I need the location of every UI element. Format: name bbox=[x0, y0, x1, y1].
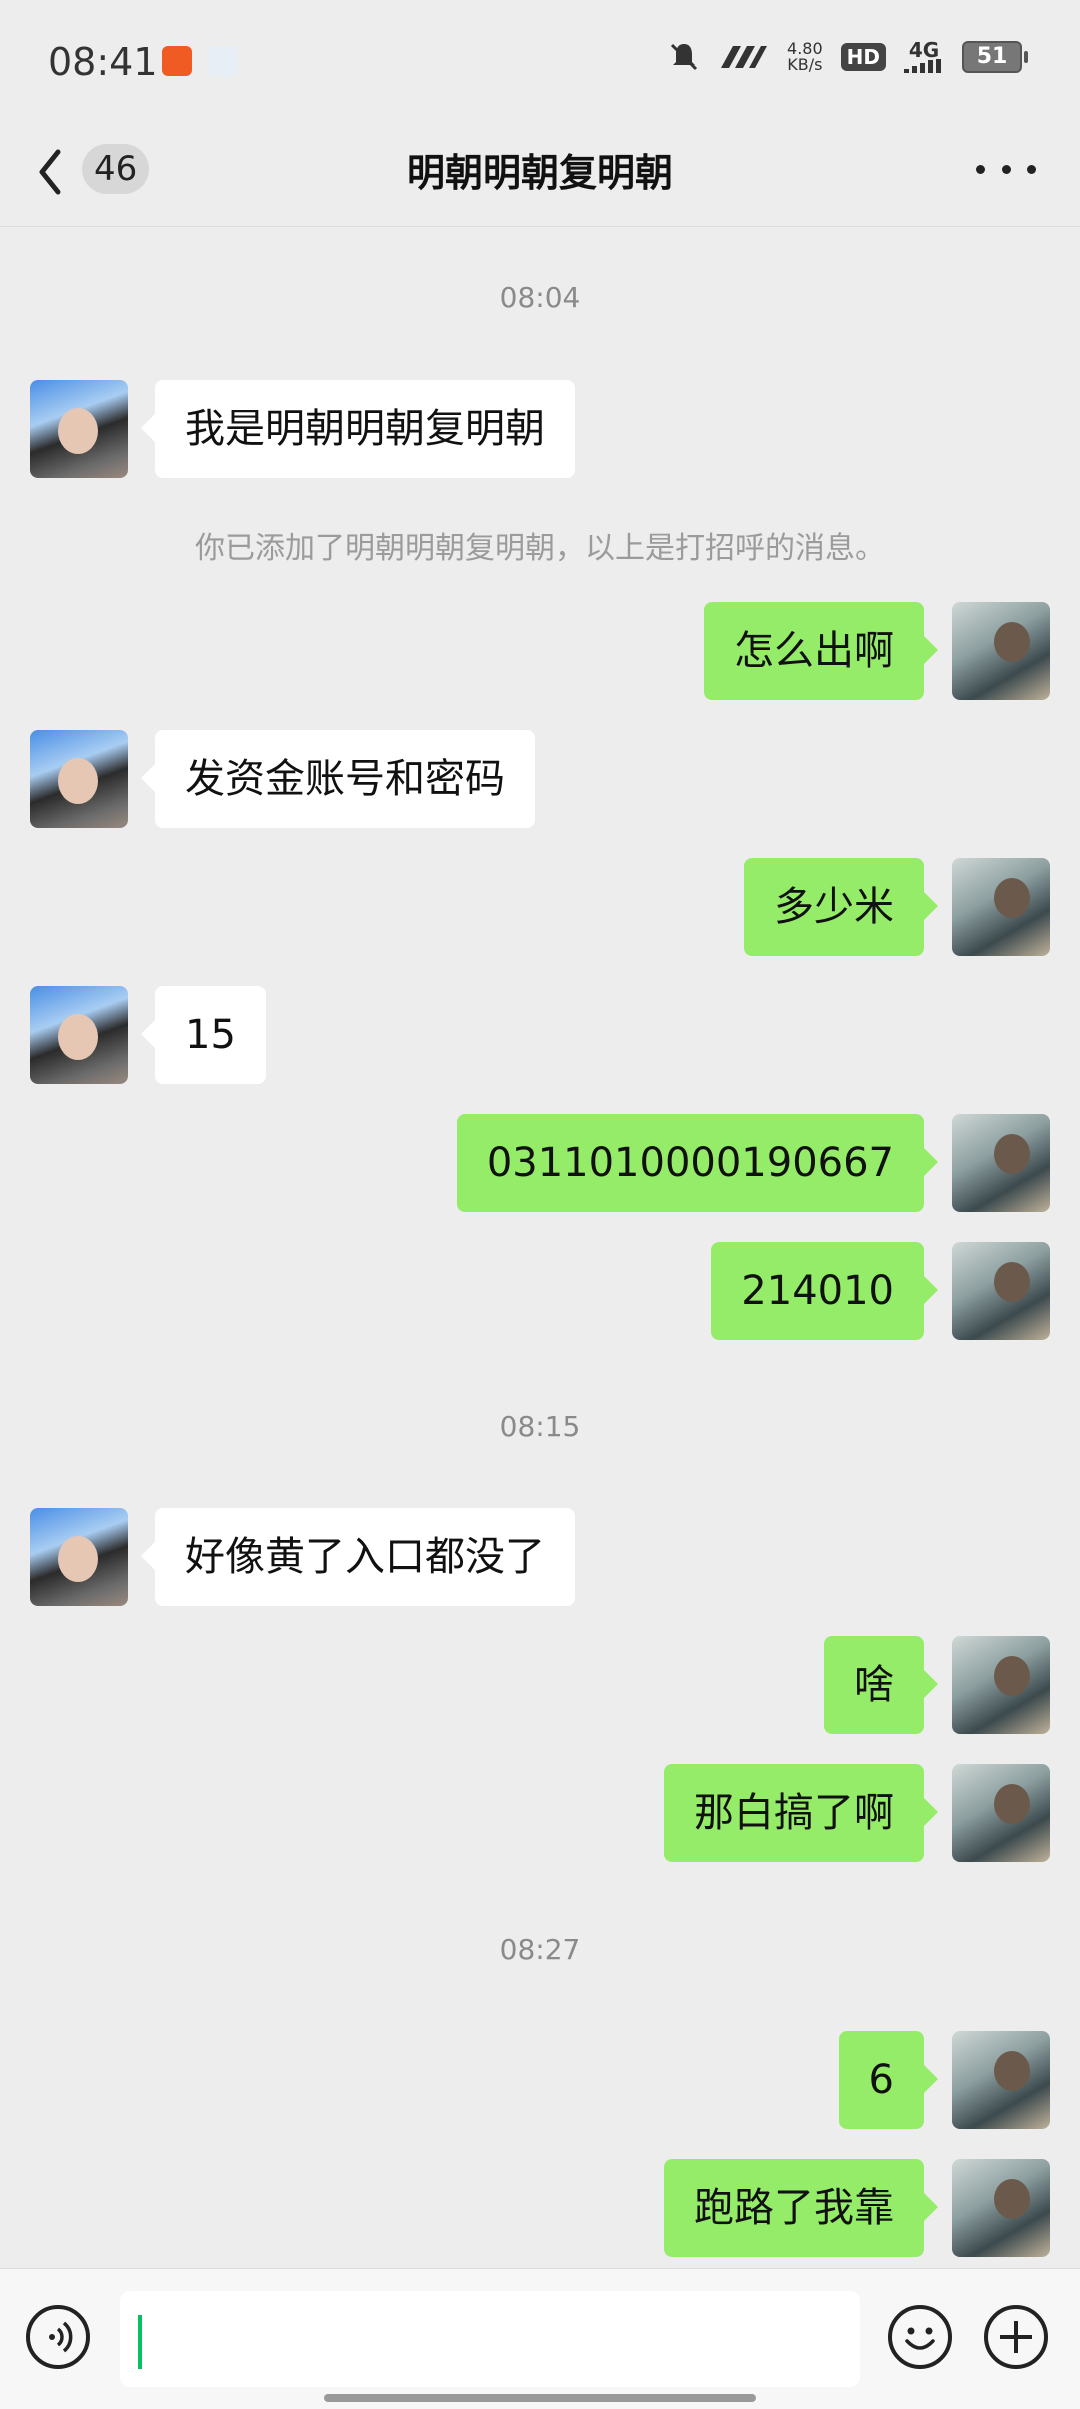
message-bubble-sent[interactable]: 那白搞了啊 bbox=[664, 1764, 938, 1862]
my-avatar[interactable] bbox=[952, 1636, 1050, 1734]
carrier-signal-icon bbox=[721, 46, 768, 68]
chat-header: 46 明朝明朝复明朝 bbox=[0, 120, 1080, 227]
message-bubble-sent[interactable]: 啥 bbox=[824, 1636, 938, 1734]
contact-avatar[interactable] bbox=[30, 380, 128, 478]
my-avatar[interactable] bbox=[952, 2031, 1050, 2129]
message-list[interactable]: 08:04 我是明朝明朝复明朝 你已添加了明朝明朝复明朝，以上是打招呼的消息。 … bbox=[0, 227, 1080, 2267]
contact-avatar[interactable] bbox=[30, 1508, 128, 1606]
home-indicator[interactable] bbox=[324, 2394, 756, 2402]
system-notice: 你已添加了明朝明朝复明朝，以上是打招呼的消息。 bbox=[195, 531, 885, 566]
timestamp: 08:27 bbox=[499, 1933, 581, 1966]
message-bubble-sent[interactable]: 6 bbox=[838, 2031, 939, 2129]
status-time: 08:41 bbox=[48, 40, 158, 84]
my-avatar[interactable] bbox=[952, 1242, 1050, 1340]
message-bubble-sent[interactable]: 跑路了我靠 bbox=[664, 2159, 938, 2257]
status-bar: 08:41 4.80 KB/s HD 4G 51 bbox=[0, 0, 1080, 120]
speed-unit: KB/s bbox=[787, 55, 823, 74]
hd-badge: HD bbox=[840, 43, 886, 71]
signal-bars-icon bbox=[904, 59, 941, 73]
input-bar bbox=[0, 2268, 1080, 2409]
network-speed: 4.80 KB/s bbox=[787, 41, 823, 73]
message-bubble-received[interactable]: 好像黄了入口都没了 bbox=[141, 1508, 575, 1606]
message-bubble-sent[interactable]: 多少米 bbox=[744, 858, 938, 956]
battery-indicator: 51 bbox=[962, 41, 1028, 73]
contact-avatar[interactable] bbox=[30, 730, 128, 828]
emoji-icon[interactable] bbox=[888, 2305, 952, 2369]
message-bubble-sent[interactable]: 0311010000190667 bbox=[456, 1114, 939, 1212]
plus-icon[interactable] bbox=[984, 2305, 1048, 2369]
voice-icon[interactable] bbox=[26, 2305, 90, 2369]
network-type-label: 4G bbox=[908, 38, 940, 62]
timestamp: 08:15 bbox=[499, 1410, 581, 1443]
timestamp: 08:04 bbox=[499, 281, 581, 314]
my-avatar[interactable] bbox=[952, 1764, 1050, 1862]
my-avatar[interactable] bbox=[952, 2159, 1050, 2257]
message-input[interactable] bbox=[120, 2291, 860, 2387]
my-avatar[interactable] bbox=[952, 1114, 1050, 1212]
network-type: 4G bbox=[904, 38, 944, 73]
contact-avatar[interactable] bbox=[30, 986, 128, 1084]
page-title: 明朝明朝复明朝 bbox=[406, 151, 673, 195]
bird-app-icon bbox=[208, 46, 238, 76]
my-avatar[interactable] bbox=[952, 858, 1050, 956]
message-bubble-sent[interactable]: 怎么出啊 bbox=[704, 602, 938, 700]
taobao-app-icon bbox=[162, 46, 192, 76]
message-bubble-sent[interactable]: 214010 bbox=[711, 1242, 938, 1340]
text-caret bbox=[138, 2315, 142, 2369]
message-bubble-received[interactable]: 15 bbox=[141, 986, 266, 1084]
mute-bell-icon bbox=[670, 43, 698, 71]
message-bubble-received[interactable]: 我是明朝明朝复明朝 bbox=[141, 380, 575, 478]
my-avatar[interactable] bbox=[952, 602, 1050, 700]
more-dots-icon[interactable] bbox=[976, 144, 1036, 194]
status-right: 4.80 KB/s HD 4G 51 bbox=[667, 38, 1028, 74]
message-bubble-received[interactable]: 发资金账号和密码 bbox=[141, 730, 535, 828]
